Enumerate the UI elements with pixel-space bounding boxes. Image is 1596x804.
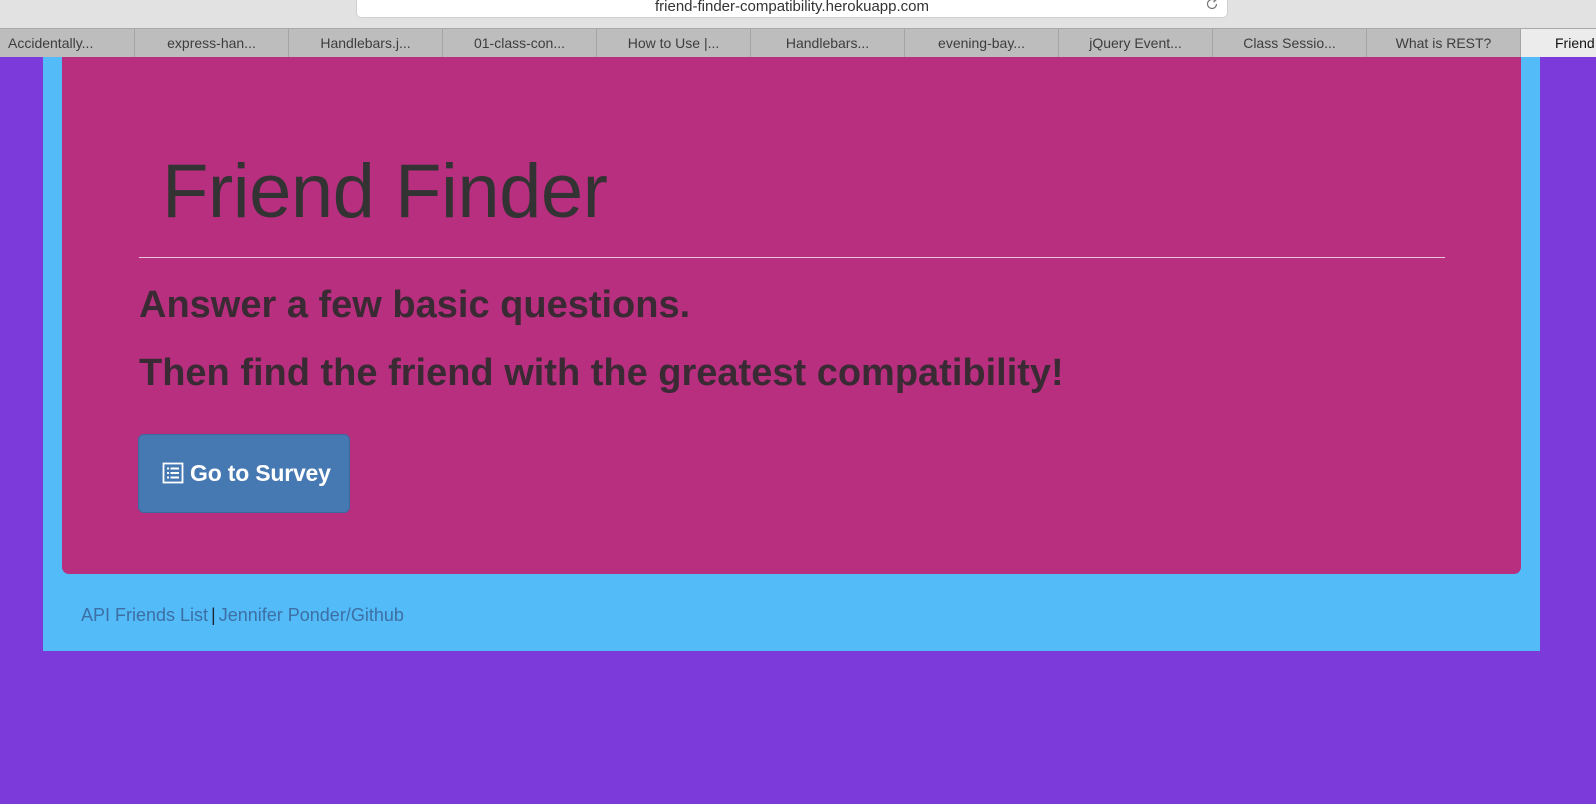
browser-tab-active[interactable]: Friend [1521,29,1596,57]
reload-icon[interactable] [1205,0,1219,11]
jumbotron: Friend Finder Answer a few basic questio… [62,57,1521,574]
github-link[interactable]: Jennifer Ponder/Github [219,605,404,625]
lead-text-2: Then find the friend with the greatest c… [139,352,1064,394]
browser-tab[interactable]: Handlebars... [751,29,905,57]
go-to-survey-label: Go to Survey [190,460,331,486]
lead-text-1: Answer a few basic questions. [139,284,691,326]
browser-tab[interactable]: Handlebars.j... [289,29,443,57]
footer-separator: | [211,605,216,625]
footer: API Friends List | Jennifer Ponder/Github [81,604,404,626]
browser-tab[interactable]: jQuery Event... [1059,29,1213,57]
address-bar-url: friend-finder-compatibility.herokuapp.co… [654,0,929,15]
list-alt-icon [162,462,184,483]
browser-tab[interactable]: express-han... [135,29,289,57]
address-bar[interactable]: friend-finder-compatibility.herokuapp.co… [356,0,1228,18]
browser-tab[interactable]: 01-class-con... [443,29,597,57]
browser-tab[interactable]: How to Use |... [597,29,751,57]
page-title: Friend Finder [162,149,608,234]
browser-toolbar: friend-finder-compatibility.herokuapp.co… [0,0,1596,28]
browser-tab[interactable]: Accidentally... [0,29,135,57]
go-to-survey-button[interactable]: Go to Survey [138,434,350,513]
browser-tab[interactable]: Class Sessio... [1213,29,1367,57]
divider [139,257,1445,258]
api-friends-list-link[interactable]: API Friends List [81,605,208,625]
tab-strip: Accidentally... express-han... Handlebar… [0,28,1596,57]
page-container: Friend Finder Answer a few basic questio… [43,57,1540,651]
browser-tab[interactable]: evening-bay... [905,29,1059,57]
browser-tab[interactable]: What is REST? [1367,29,1521,57]
